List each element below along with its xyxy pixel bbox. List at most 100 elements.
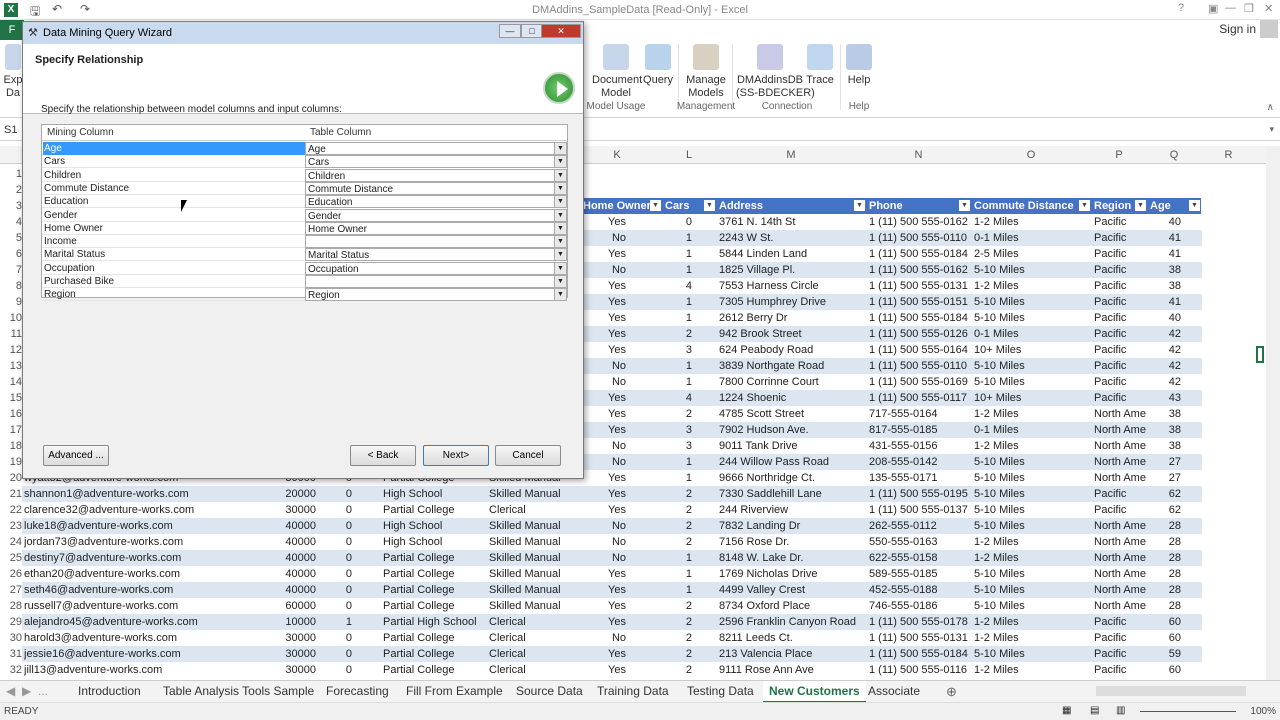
row-header[interactable]: 14 — [0, 374, 22, 390]
table-cell[interactable]: clarence32@adventure-works.com — [24, 502, 224, 518]
table-cell[interactable]: 1-2 Miles — [971, 406, 1091, 422]
table-cell[interactable]: 1 — [662, 246, 716, 262]
table-cell[interactable]: No — [580, 230, 662, 246]
table-cell[interactable]: 2 — [662, 326, 716, 342]
table-cell[interactable]: 62 — [1147, 486, 1201, 502]
table-cell[interactable]: Yes — [580, 486, 662, 502]
table-cell[interactable]: 1 (11) 500 555-0164 — [866, 342, 971, 358]
table-cell[interactable]: 0 — [316, 662, 354, 678]
table-cell[interactable]: North Ame — [1091, 470, 1147, 486]
table-cell[interactable]: 5-10 Miles — [971, 262, 1091, 278]
table-cell[interactable]: No — [580, 534, 662, 550]
name-box[interactable]: S1 — [4, 124, 17, 136]
table-cell[interactable]: 42 — [1147, 358, 1201, 374]
page-layout-icon[interactable]: ▤ — [1090, 705, 1099, 716]
table-cell[interactable]: Clerical — [486, 614, 580, 630]
tab-nav-next-icon[interactable]: ▶ — [22, 684, 31, 698]
table-cell[interactable]: 28 — [1147, 566, 1201, 582]
sheet-tab[interactable]: Forecasting — [326, 684, 389, 698]
page-break-icon[interactable]: ▥ — [1116, 705, 1125, 716]
sheet-tab[interactable]: Training Data — [597, 684, 669, 698]
horizontal-scrollbar[interactable] — [1096, 686, 1246, 696]
table-cell[interactable]: 38 — [1147, 406, 1201, 422]
help-question-icon[interactable]: ? — [1178, 2, 1184, 14]
manage-models-button[interactable]: Manage Models — [684, 44, 728, 100]
table-cell[interactable]: 0 — [316, 630, 354, 646]
table-cell[interactable]: North Ame — [1091, 422, 1147, 438]
table-cell[interactable]: High School — [380, 518, 486, 534]
table-cell[interactable]: Partial College — [380, 566, 486, 582]
table-cell[interactable]: 2 — [662, 406, 716, 422]
vertical-scrollbar[interactable] — [1266, 146, 1280, 680]
dropdown-arrow-icon[interactable]: ▼ — [554, 143, 566, 154]
table-cell[interactable]: 1 — [316, 614, 354, 630]
table-cell[interactable]: Yes — [580, 598, 662, 614]
table-cell[interactable]: 1-2 Miles — [971, 614, 1091, 630]
table-cell[interactable]: 5-10 Miles — [971, 486, 1091, 502]
table-cell[interactable]: Pacific — [1091, 646, 1147, 662]
table-cell[interactable]: 60 — [1147, 630, 1201, 646]
table-column-select[interactable]: Cars ▼ — [305, 155, 567, 169]
table-cell[interactable]: jordan73@adventure-works.com — [24, 534, 224, 550]
table-cell[interactable]: 2596 Franklin Canyon Road — [716, 614, 866, 630]
table-cell[interactable]: 3761 N. 14th St — [716, 214, 866, 230]
table-cell[interactable]: 8211 Leeds Ct. — [716, 630, 866, 646]
table-cell[interactable]: russell7@adventure-works.com — [24, 598, 224, 614]
table-cell[interactable]: 27 — [1147, 454, 1201, 470]
table-cell[interactable]: 28 — [1147, 534, 1201, 550]
table-cell[interactable]: seth46@adventure-works.com — [24, 582, 224, 598]
table-cell[interactable]: Pacific — [1091, 310, 1147, 326]
table-cell[interactable]: 2 — [662, 614, 716, 630]
table-cell[interactable]: Pacific — [1091, 214, 1147, 230]
mining-column-cell[interactable]: Region — [43, 288, 305, 301]
mining-column-cell[interactable]: Age — [43, 142, 305, 155]
table-cell[interactable]: 1 (11) 500 555-0184 — [866, 246, 971, 262]
table-cell[interactable]: 1 (11) 500 555-0131 — [866, 278, 971, 294]
table-cell[interactable]: Pacific — [1091, 262, 1147, 278]
relationship-row[interactable]: Age Age ▼ — [42, 142, 567, 155]
relationship-row[interactable]: Purchased Bike ▼ — [42, 275, 567, 288]
table-cell[interactable]: 2 — [662, 502, 716, 518]
table-cell[interactable]: 42 — [1147, 374, 1201, 390]
row-header[interactable]: 27 — [0, 582, 22, 598]
table-cell[interactable]: 40000 — [224, 582, 316, 598]
table-cell[interactable]: 262-555-0112 — [866, 518, 971, 534]
table-cell[interactable]: 0 — [316, 486, 354, 502]
table-cell[interactable]: 9666 Northridge Ct. — [716, 470, 866, 486]
tab-nav-prev-icon[interactable]: ◀ — [6, 684, 15, 698]
relationship-row[interactable]: Marital Status Marital Status ▼ — [42, 248, 567, 262]
table-cell[interactable]: 0 — [316, 550, 354, 566]
mining-column-cell[interactable]: Education — [43, 195, 305, 208]
mining-column-cell[interactable]: Children — [43, 169, 305, 182]
table-cell[interactable]: Yes — [580, 342, 662, 358]
table-cell[interactable]: 0-1 Miles — [971, 422, 1091, 438]
table-cell[interactable]: 30000 — [224, 502, 316, 518]
table-cell[interactable]: 10000 — [224, 614, 316, 630]
row-header[interactable]: 17 — [0, 422, 22, 438]
table-cell[interactable]: 208-555-0142 — [866, 454, 971, 470]
table-cell[interactable]: 1 — [662, 230, 716, 246]
mining-column-cell[interactable]: Purchased Bike — [43, 275, 305, 288]
row-header[interactable]: 23 — [0, 518, 22, 534]
table-cell[interactable]: Partial College — [380, 646, 486, 662]
table-cell[interactable]: 2 — [662, 486, 716, 502]
table-cell[interactable]: Skilled Manual — [486, 486, 580, 502]
table-cell[interactable]: 59 — [1147, 646, 1201, 662]
row-header[interactable]: 20 — [0, 470, 22, 486]
relationship-row[interactable]: Commute Distance Commute Distance ▼ — [42, 181, 567, 195]
table-cell[interactable]: 1 — [662, 566, 716, 582]
row-header[interactable]: 1 — [0, 166, 22, 182]
table-cell[interactable]: 5-10 Miles — [971, 518, 1091, 534]
table-cell[interactable]: 41 — [1147, 230, 1201, 246]
table-cell[interactable]: 9111 Rose Ann Ave — [716, 662, 866, 678]
row-header[interactable]: 4 — [0, 214, 22, 230]
table-cell[interactable]: 624 Peabody Road — [716, 342, 866, 358]
table-cell[interactable]: 1 — [662, 374, 716, 390]
relationship-row[interactable]: Education Education ▼ — [42, 195, 567, 209]
table-cell[interactable]: Yes — [580, 326, 662, 342]
table-cell[interactable]: No — [580, 518, 662, 534]
dropdown-arrow-icon[interactable]: ▼ — [554, 249, 566, 261]
table-cell[interactable]: 1 — [662, 470, 716, 486]
table-cell[interactable]: Partial College — [380, 630, 486, 646]
table-cell[interactable]: Partial College — [380, 662, 486, 678]
